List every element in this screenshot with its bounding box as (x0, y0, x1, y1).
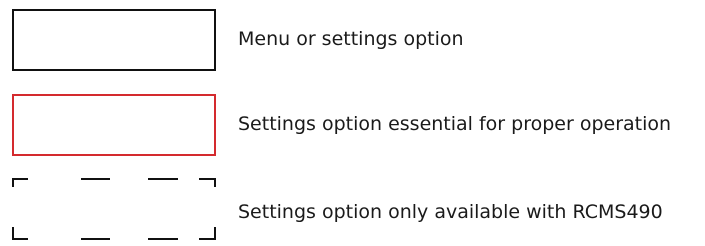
menu-option-swatch (12, 9, 216, 71)
rcms490-option-swatch (12, 178, 216, 240)
essential-option-label: Settings option essential for proper ope… (238, 113, 672, 135)
dashed-frame-icon (12, 178, 216, 240)
essential-option-swatch (12, 94, 216, 156)
menu-option-label: Menu or settings option (238, 28, 464, 50)
rcms490-option-label: Settings option only available with RCMS… (238, 201, 663, 223)
